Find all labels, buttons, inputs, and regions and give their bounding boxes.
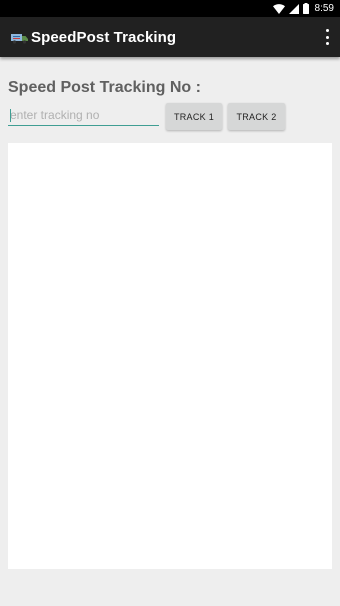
- app-title: SpeedPost Tracking: [31, 29, 177, 46]
- tracking-heading: Speed Post Tracking No :: [8, 79, 201, 96]
- tracking-result-panel: [8, 143, 332, 569]
- status-icons: 8:59: [272, 0, 334, 17]
- status-time: 8:59: [314, 3, 334, 14]
- track-1-button[interactable]: TRACK 1: [166, 103, 222, 130]
- truck-icon: [11, 31, 28, 49]
- battery-icon: [302, 3, 309, 14]
- tracking-number-input[interactable]: [8, 105, 159, 126]
- menu-dot: [325, 42, 329, 45]
- app-bar: SpeedPost Tracking: [0, 17, 340, 57]
- signal-icon: [288, 3, 299, 14]
- menu-dot: [325, 35, 329, 39]
- menu-dot: [325, 29, 329, 32]
- track-2-button[interactable]: TRACK 2: [228, 103, 285, 130]
- wifi-icon: [272, 3, 285, 14]
- overflow-menu-icon[interactable]: [324, 29, 330, 45]
- status-bar: 8:59: [0, 0, 340, 17]
- text-cursor: [10, 109, 11, 122]
